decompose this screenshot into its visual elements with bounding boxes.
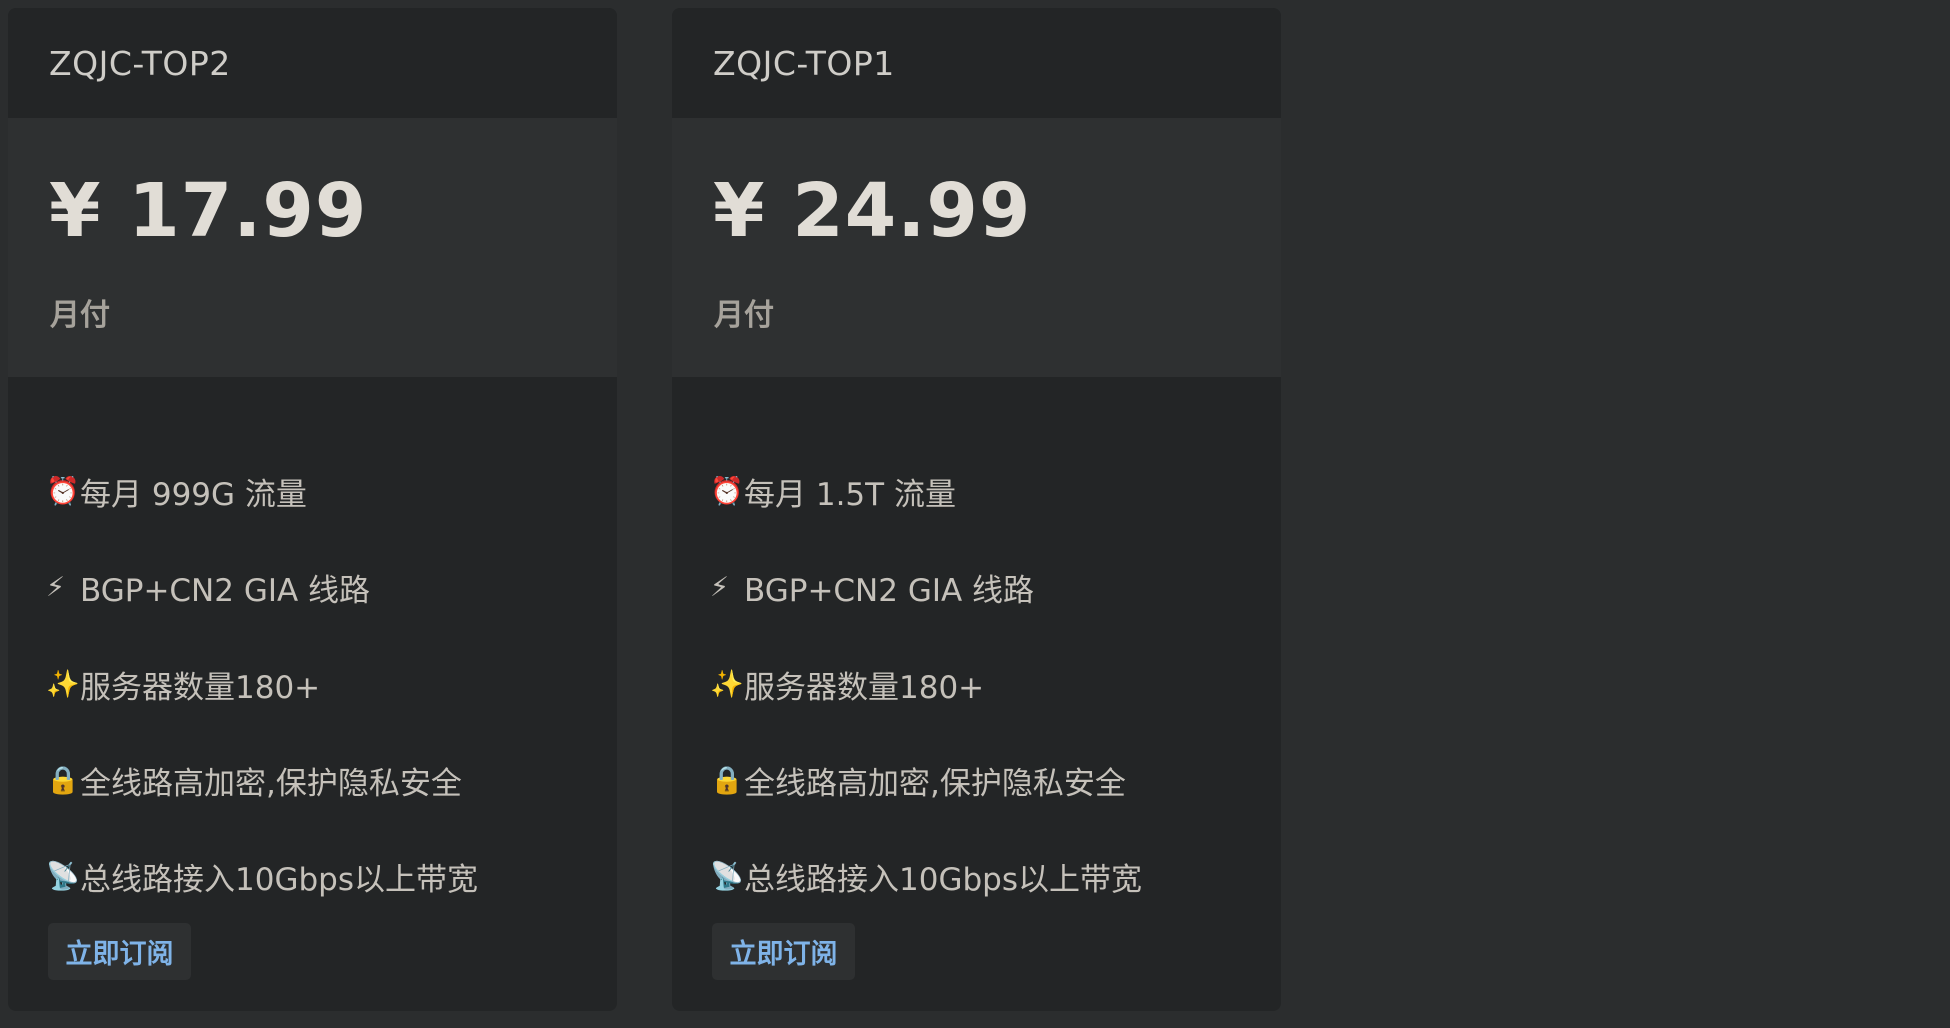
sparkles-icon: ✨	[46, 668, 80, 700]
feature-text: 服务器数量180+	[744, 669, 985, 706]
subscribe-button[interactable]: 立即订阅	[48, 923, 191, 980]
feature-text: 总线路接入10Gbps以上带宽	[80, 861, 478, 898]
billing-period: 月付	[714, 298, 774, 333]
feature-text: 服务器数量180+	[80, 669, 321, 706]
feature-text: BGP+CN2 GIA 线路	[744, 572, 1035, 609]
feature-text: 总线路接入10Gbps以上带宽	[744, 861, 1142, 898]
feature-text: BGP+CN2 GIA 线路	[80, 572, 371, 609]
lightning-icon: ⚡	[46, 571, 65, 603]
feature-item: 🔒 全线路高加密,保护隐私安全	[710, 760, 1126, 802]
plan-header: ZQJC-TOP2	[8, 8, 617, 118]
plan-card-top2: ZQJC-TOP2 ¥ 17.99 月付 ⏰ 每月 999G 流量 ⚡ BGP+…	[8, 8, 617, 1011]
satellite-dish-icon: 📡	[710, 860, 744, 892]
sparkles-icon: ✨	[710, 668, 744, 700]
alarm-clock-icon: ⏰	[46, 475, 80, 507]
feature-text: 全线路高加密,保护隐私安全	[80, 765, 462, 802]
feature-item: ⚡ BGP+CN2 GIA 线路	[46, 567, 371, 609]
plan-title: ZQJC-TOP2	[49, 43, 231, 83]
price-panel: ¥ 17.99 月付	[8, 118, 617, 377]
feature-item: 📡 总线路接入10Gbps以上带宽	[46, 856, 478, 898]
lock-icon: 🔒	[710, 764, 744, 796]
plans-page: ZQJC-TOP2 ¥ 17.99 月付 ⏰ 每月 999G 流量 ⚡ BGP+…	[0, 0, 1950, 1028]
feature-item: 🔒 全线路高加密,保护隐私安全	[46, 760, 462, 802]
feature-item: ✨ 服务器数量180+	[710, 664, 985, 706]
plan-card-top1: ZQJC-TOP1 ¥ 24.99 月付 ⏰ 每月 1.5T 流量 ⚡ BGP+…	[672, 8, 1281, 1011]
feature-item: ⚡ BGP+CN2 GIA 线路	[710, 567, 1035, 609]
feature-text: 每月 1.5T 流量	[744, 476, 956, 513]
lightning-icon: ⚡	[710, 571, 729, 603]
plan-price: ¥ 24.99	[713, 168, 1032, 254]
satellite-dish-icon: 📡	[46, 860, 80, 892]
feature-item: ⏰ 每月 999G 流量	[46, 471, 307, 513]
feature-item: 📡 总线路接入10Gbps以上带宽	[710, 856, 1142, 898]
price-panel: ¥ 24.99 月付	[672, 118, 1281, 377]
plan-price: ¥ 17.99	[49, 168, 368, 254]
feature-text: 每月 999G 流量	[80, 476, 307, 513]
billing-period: 月付	[50, 298, 110, 333]
feature-item: ✨ 服务器数量180+	[46, 664, 321, 706]
plan-title: ZQJC-TOP1	[713, 43, 895, 83]
feature-text: 全线路高加密,保护隐私安全	[744, 765, 1126, 802]
subscribe-button[interactable]: 立即订阅	[712, 923, 855, 980]
lock-icon: 🔒	[46, 764, 80, 796]
feature-item: ⏰ 每月 1.5T 流量	[710, 471, 956, 513]
plan-header: ZQJC-TOP1	[672, 8, 1281, 118]
alarm-clock-icon: ⏰	[710, 475, 744, 507]
